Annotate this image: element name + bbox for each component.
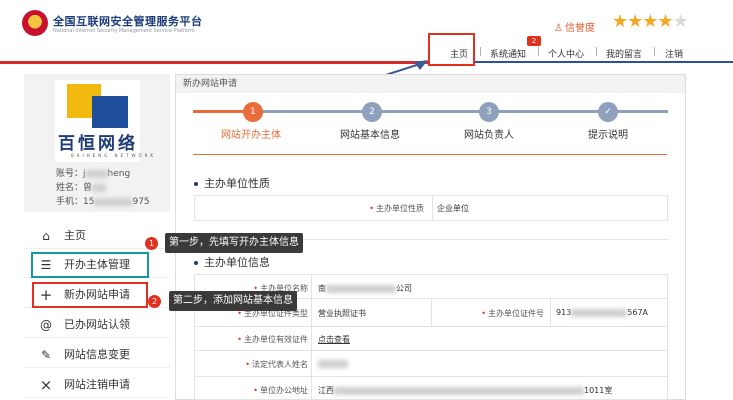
step-2-badge: 2	[148, 295, 161, 308]
phone-tail: 975	[132, 197, 150, 207]
star-icon: ★	[627, 11, 643, 32]
header-divider-blue	[475, 61, 733, 63]
cert-type-value[interactable]: 营业执照证书	[318, 308, 366, 319]
step-1-label: 网站开办主体	[221, 130, 281, 141]
redacted-block	[85, 169, 108, 178]
star-rating: ★★★★★	[612, 11, 689, 32]
redacted-block	[94, 197, 133, 206]
logo-subtext: BAIHENG NETWORK	[71, 153, 157, 158]
step-2-label: 网站基本信息	[340, 130, 400, 141]
address-label: • 单位办公地址	[253, 386, 308, 395]
logo-text: 百恒网络	[58, 134, 138, 154]
site-subtitle: National Internet Security Management Se…	[53, 28, 195, 34]
menu-label: 网站信息变更	[64, 348, 130, 361]
name-label: 姓名：	[56, 183, 84, 193]
redacted-block	[334, 386, 584, 395]
org-name-value[interactable]: 南公司	[318, 283, 412, 294]
section-org-info: 主办单位信息	[194, 254, 270, 270]
at-icon: @	[40, 318, 52, 332]
view-cert-link[interactable]: 点击查看	[318, 334, 350, 345]
valid-cert-label: • 主办单位有效证件	[237, 335, 308, 344]
redacted-block	[92, 183, 107, 192]
section-org-nature: 主办单位性质	[194, 175, 270, 191]
account-label: 账号：	[56, 169, 84, 179]
nav-divider: |	[595, 47, 599, 57]
menu-item-claim-website[interactable]: @ 已办网站认领	[24, 312, 170, 338]
step-2-tooltip: 第二步，添加网站基本信息	[169, 291, 297, 311]
entity-highlight-box	[31, 252, 149, 278]
step-1-circle: 1	[243, 102, 263, 122]
nav-divider: |	[653, 47, 657, 57]
panel-title: 新办网站申请	[176, 75, 685, 93]
account-tail: heng	[107, 169, 131, 179]
step-1-tooltip: 第一步，先填写开办主体信息	[165, 233, 303, 253]
name-value: 曾	[83, 183, 93, 193]
nav-divider: |	[537, 47, 541, 57]
redacted-block	[571, 308, 628, 317]
home-icon: ⌂	[42, 229, 50, 243]
menu-item-info-change[interactable]: ✎ 网站信息变更	[24, 342, 170, 368]
user-icon: ♙	[554, 23, 563, 34]
redacted-block	[318, 359, 348, 368]
legal-rep-value[interactable]	[318, 359, 348, 368]
star-icon: ★	[642, 11, 658, 32]
legal-rep-label: • 法定代表人姓名	[245, 360, 308, 369]
cell-divider	[311, 275, 312, 399]
logo-blue-block	[92, 96, 128, 128]
nav-personal-center[interactable]: 个人中心	[548, 47, 584, 60]
step-4-label: 提示说明	[588, 130, 628, 141]
bullet-icon	[194, 261, 198, 265]
step-3-circle: 3	[479, 102, 499, 122]
address-value[interactable]: 江西 1011室	[318, 385, 612, 396]
nav-my-messages[interactable]: 我的留言	[606, 47, 642, 60]
national-emblem-logo	[22, 10, 48, 36]
step-3-label: 网站负责人	[464, 130, 514, 141]
org-nature-select[interactable]: 企业单位	[437, 203, 469, 214]
cert-no-label: • 主办单位证件号	[481, 309, 544, 318]
phone-value: 15	[83, 197, 95, 207]
nav-logout[interactable]: 注销	[665, 47, 683, 60]
name-line: 姓名：曾	[56, 180, 107, 193]
menu-label: 已办网站认领	[64, 318, 130, 331]
org-nature-row	[194, 195, 668, 221]
row-divider	[194, 326, 668, 327]
cert-no-value[interactable]: 913 567A	[556, 308, 648, 317]
step-divider	[193, 154, 667, 155]
phone-label: 手机：	[56, 197, 84, 207]
cell-divider	[432, 196, 433, 220]
nav-divider: |	[479, 47, 483, 57]
close-icon: ×	[39, 376, 53, 394]
account-line: 账号：j heng	[56, 166, 130, 179]
step-2-circle: 2	[362, 102, 382, 122]
section-title: 主办单位信息	[204, 256, 270, 269]
site-title: 全国互联网安全管理服务平台	[53, 15, 203, 28]
row-divider	[194, 376, 668, 377]
step-4-check-icon: ✓	[598, 102, 618, 122]
cell-divider	[550, 299, 551, 326]
menu-label: 网站注销申请	[64, 378, 130, 391]
nav-notifications[interactable]: 系统通知	[490, 47, 526, 60]
credit-label: 信誉度	[564, 23, 595, 34]
cell-divider	[431, 299, 432, 326]
bullet-icon	[194, 182, 198, 186]
step-1-badge: 1	[145, 237, 158, 250]
star-icon: ★	[657, 11, 673, 32]
row-divider	[194, 350, 668, 351]
org-nature-label: • 主办单位性质	[369, 204, 424, 213]
section-title: 主办单位性质	[204, 177, 270, 190]
redacted-block	[326, 284, 396, 293]
star-empty-icon: ★	[672, 11, 689, 32]
edit-icon: ✎	[40, 348, 52, 362]
phone-line: 手机：15 975	[56, 194, 150, 207]
notification-badge: 2	[527, 36, 541, 46]
credit-rating[interactable]: ♙ 信誉度	[554, 19, 595, 34]
star-icon: ★	[612, 11, 628, 32]
menu-item-cancel-website[interactable]: × 网站注销申请	[24, 372, 170, 398]
new-website-highlight-box	[32, 282, 148, 308]
menu-label: 主页	[64, 229, 86, 242]
